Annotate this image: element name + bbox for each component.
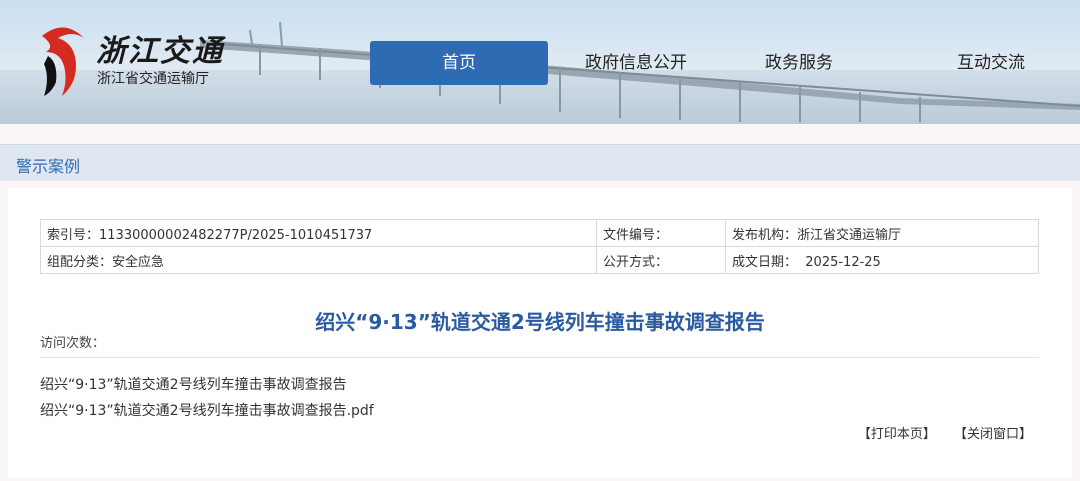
index-value: 11330000002482277P/2025-1010451737 xyxy=(99,227,373,243)
date-label: 成文日期： xyxy=(732,254,798,270)
article-body-line: 绍兴“9·13”轨道交通2号线列车撞击事故调查报告 xyxy=(40,377,347,393)
table-row: 组配分类：安全应急 公开方式： 成文日期： 2025-12-25 xyxy=(40,246,1039,274)
site-header: 浙江交通 浙江省交通运输厅 首页 政府信息公开 政务服务 互动交流 xyxy=(0,0,1080,124)
logo-subtitle: 浙江省交通运输厅 xyxy=(97,71,209,87)
nav-item-gov-info[interactable]: 政府信息公开 xyxy=(566,41,706,85)
nav-item-home[interactable]: 首页 xyxy=(370,41,548,85)
doc-no-label: 文件编号： xyxy=(603,227,669,243)
meta-cell: 索引号：11330000002482277P/2025-1010451737 xyxy=(40,219,597,247)
disclosure-label: 公开方式： xyxy=(603,254,669,270)
publisher-label: 发布机构： xyxy=(732,227,798,243)
page-actions: 【打印本页】 【关闭窗口】 xyxy=(844,423,1032,442)
nav-item-interaction[interactable]: 互动交流 xyxy=(936,41,1046,85)
meta-cell: 组配分类：安全应急 xyxy=(40,246,597,274)
logo-emblem-icon xyxy=(42,27,84,96)
content-panel: 索引号：11330000002482277P/2025-1010451737 文… xyxy=(8,188,1072,478)
logo-title: 浙江交通 xyxy=(96,34,224,69)
visit-count-label: 访问次数： xyxy=(40,336,106,351)
index-label: 索引号： xyxy=(47,227,100,243)
print-page-link[interactable]: 【打印本页】 xyxy=(858,427,936,442)
meta-table: 索引号：11330000002482277P/2025-1010451737 文… xyxy=(40,219,1039,274)
meta-cell: 公开方式： xyxy=(596,246,726,274)
category-value: 安全应急 xyxy=(112,254,165,270)
pdf-attachment-link[interactable]: 绍兴“9·13”轨道交通2号线列车撞击事故调查报告.pdf xyxy=(40,400,374,420)
date-value: 2025-12-25 xyxy=(805,254,881,270)
section-bar: 警示案例 xyxy=(0,144,1080,181)
table-row: 索引号：11330000002482277P/2025-1010451737 文… xyxy=(40,219,1039,247)
close-window-link[interactable]: 【关闭窗口】 xyxy=(954,427,1032,442)
meta-cell: 成文日期： 2025-12-25 xyxy=(725,246,1039,274)
publisher-value: 浙江省交通运输厅 xyxy=(797,227,902,243)
meta-cell: 文件编号： xyxy=(596,219,726,247)
article-title: 绍兴“9·13”轨道交通2号线列车撞击事故调查报告 xyxy=(315,310,765,334)
divider xyxy=(40,357,1039,358)
section-title[interactable]: 警示案例 xyxy=(16,153,80,177)
nav-item-gov-services[interactable]: 政务服务 xyxy=(744,41,854,85)
category-label: 组配分类： xyxy=(47,254,113,270)
meta-cell: 发布机构：浙江省交通运输厅 xyxy=(725,219,1039,247)
